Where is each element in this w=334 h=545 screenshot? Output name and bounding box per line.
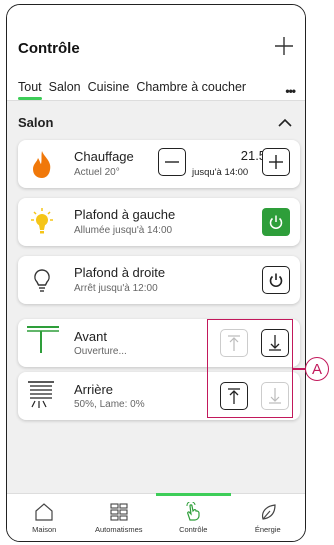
section-title: Salon (18, 115, 54, 130)
annotation-box (207, 319, 293, 418)
power-toggle-button[interactable] (262, 208, 290, 236)
awning-icon (27, 326, 59, 353)
tab-tout[interactable]: Tout (18, 80, 42, 100)
leaf-icon (261, 504, 276, 520)
flame-icon (33, 151, 51, 178)
device-card-plafond-droite[interactable]: Plafond à droite Arrêt jusqu'à 12:00 (18, 256, 300, 304)
device-status: Actuel 20° (74, 167, 120, 178)
tab-salon[interactable]: Salon (49, 80, 81, 94)
device-card-plafond-gauche[interactable]: Plafond à gauche Allumée jusqu'à 14:00 (18, 198, 300, 246)
temp-until: jusqu'à 14:00 (192, 167, 249, 178)
minus-icon (165, 161, 179, 163)
device-status: 50%, Lame: 0% (74, 399, 145, 410)
bottom-nav: Maison Automatismes Contrôle Énergie (7, 493, 305, 541)
power-icon (269, 273, 283, 288)
annotation-leader (293, 368, 305, 370)
home-icon (35, 503, 53, 521)
device-name: Chauffage (74, 149, 134, 164)
page-title: Contrôle (18, 40, 80, 57)
header: Contrôle Tout Salon Cuisine Chambre à co… (7, 5, 305, 101)
device-name: Avant (74, 329, 108, 344)
decrease-temp-button[interactable] (158, 148, 186, 176)
tab-chambre[interactable]: Chambre à coucher (136, 80, 246, 94)
room-tabs: Tout Salon Cuisine Chambre à coucher (18, 80, 253, 100)
nav-label: Automatismes (94, 525, 143, 534)
blind-icon (28, 381, 54, 408)
nav-label: Contrôle (179, 525, 208, 534)
bulb-off-icon (34, 269, 50, 292)
nav-item-energie[interactable]: Énergie (231, 494, 306, 541)
power-toggle-button[interactable] (262, 266, 290, 294)
device-status: Arrêt jusqu'à 12:00 (74, 283, 158, 294)
device-card-chauffage[interactable]: Chauffage Actuel 20° 21.5° jusqu'à 14:00 (18, 140, 300, 188)
plus-icon[interactable] (273, 35, 295, 57)
grid-icon (110, 503, 128, 521)
device-name: Arrière (74, 382, 114, 397)
hand-icon (186, 502, 200, 521)
chevron-up-icon[interactable] (278, 118, 292, 127)
nav-item-maison[interactable]: Maison (7, 494, 82, 541)
plus-icon (269, 155, 283, 169)
more-icon[interactable]: ••• (285, 84, 296, 98)
phone-screen: Contrôle Tout Salon Cuisine Chambre à co… (6, 4, 306, 542)
increase-temp-button[interactable] (262, 148, 290, 176)
device-status: Ouverture... (74, 346, 127, 357)
nav-label: Énergie (254, 525, 281, 534)
nav-item-controle[interactable]: Contrôle (156, 493, 231, 541)
device-name: Plafond à gauche (74, 207, 176, 222)
device-name: Plafond à droite (74, 265, 166, 280)
device-status: Allumée jusqu'à 14:00 (74, 225, 173, 236)
tab-cuisine[interactable]: Cuisine (88, 80, 130, 94)
nav-label: Maison (32, 525, 57, 534)
power-icon (269, 215, 283, 229)
annotation-label: A (305, 357, 329, 381)
nav-item-automatismes[interactable]: Automatismes (82, 494, 157, 541)
bulb-on-icon (31, 208, 53, 234)
